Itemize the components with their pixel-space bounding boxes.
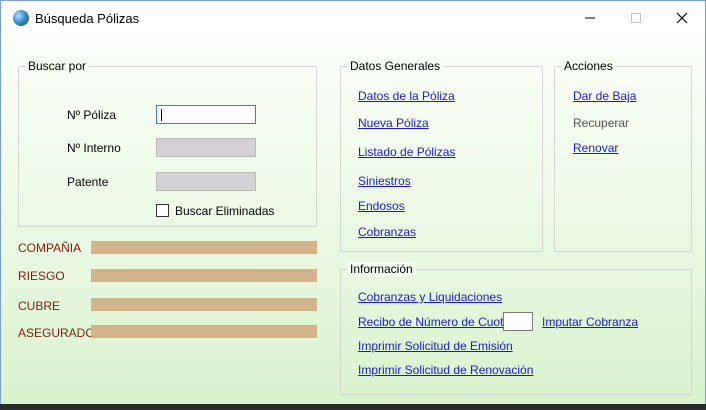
cubre-label: CUBRE <box>18 299 61 313</box>
buscar-eliminadas-checkbox[interactable] <box>156 204 169 217</box>
informacion-legend: Información <box>347 262 416 276</box>
asegurado-label: ASEGURADO <box>18 326 95 340</box>
maximize-button <box>613 1 659 35</box>
riesgo-label: RIESGO <box>18 269 65 283</box>
buscar-eliminadas-label[interactable]: Buscar Eliminadas <box>175 204 274 218</box>
datos-generales-group: Datos Generales Datos de la Póliza Nueva… <box>340 59 543 252</box>
poliza-label: Nº Póliza <box>67 108 117 122</box>
buscar-por-group: Buscar por Nº Póliza Nº Interno Patente … <box>18 59 317 227</box>
acciones-legend: Acciones <box>561 59 616 73</box>
imputar-cobranza-link[interactable]: Imputar Cobranza <box>542 315 638 329</box>
interno-input[interactable] <box>156 138 256 157</box>
dar-de-baja-link[interactable]: Dar de Baja <box>573 89 636 103</box>
datos-de-la-poliza-link[interactable]: Datos de la Póliza <box>358 89 455 103</box>
siniestros-link[interactable]: Siniestros <box>358 174 411 188</box>
close-icon <box>676 12 688 24</box>
informacion-group: Información Cobranzas y Liquidaciones Re… <box>340 262 692 395</box>
cubre-value-bar <box>91 298 317 311</box>
datos-generales-legend: Datos Generales <box>347 59 444 73</box>
riesgo-value-bar <box>91 269 317 282</box>
patente-label: Patente <box>67 175 109 189</box>
compania-value-bar <box>91 241 317 254</box>
title-bar: Búsqueda Pólizas <box>1 1 705 35</box>
globe-icon <box>13 10 29 26</box>
recuperar-link: Recuperar <box>573 116 630 130</box>
minimize-icon <box>585 17 595 19</box>
cobranzas-y-liquidaciones-link[interactable]: Cobranzas y Liquidaciones <box>358 290 502 304</box>
endosos-link[interactable]: Endosos <box>358 199 405 213</box>
acciones-group: Acciones Dar de Baja Recuperar Renovar <box>554 59 692 252</box>
background-strip <box>0 404 706 410</box>
listado-de-polizas-link[interactable]: Listado de Pólizas <box>358 145 455 159</box>
asegurado-value-bar <box>91 325 317 338</box>
text-caret <box>161 109 162 121</box>
recibo-numero-cuota-link[interactable]: Recibo de Número de Cuota: <box>358 315 513 329</box>
imprimir-solicitud-emision-link[interactable]: Imprimir Solicitud de Emisión <box>358 339 513 353</box>
nueva-poliza-link[interactable]: Nueva Póliza <box>358 116 429 130</box>
imprimir-solicitud-renovacion-link[interactable]: Imprimir Solicitud de Renovación <box>358 363 533 377</box>
maximize-icon <box>631 13 641 23</box>
busqueda-polizas-window: Búsqueda Pólizas Buscar por Nº Póliza Nº… <box>0 0 706 406</box>
poliza-input[interactable] <box>156 105 256 124</box>
interno-label: Nº Interno <box>67 141 121 155</box>
cobranzas-link[interactable]: Cobranzas <box>358 225 416 239</box>
close-button[interactable] <box>659 1 705 35</box>
minimize-button[interactable] <box>567 1 613 35</box>
buscar-por-legend: Buscar por <box>25 59 90 73</box>
window-title: Búsqueda Pólizas <box>35 11 140 26</box>
compania-label: COMPAÑIA <box>18 241 82 255</box>
renovar-link[interactable]: Renovar <box>573 141 618 155</box>
patente-input[interactable] <box>156 172 256 191</box>
numero-cuota-input[interactable] <box>503 312 533 331</box>
